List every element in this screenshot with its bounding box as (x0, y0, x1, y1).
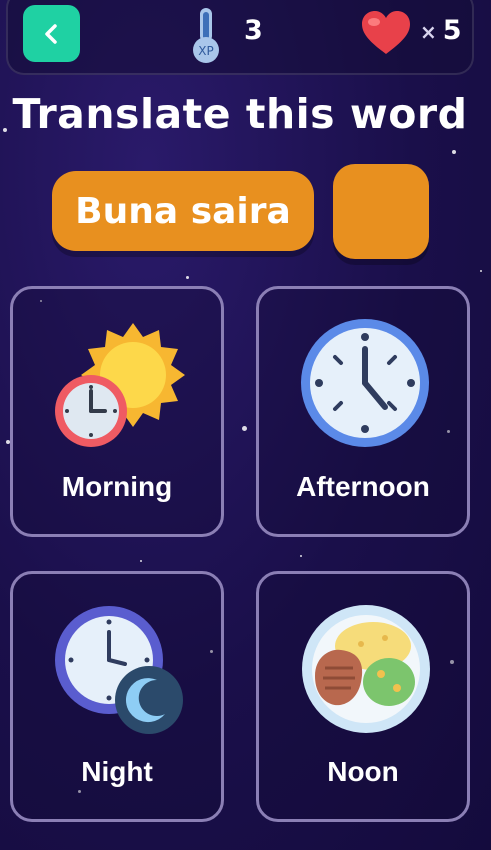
meal-plate-icon (302, 605, 430, 733)
back-button[interactable] (23, 5, 80, 62)
xp-count: 3 (244, 15, 263, 46)
lives-count: × 5 (420, 15, 462, 46)
moon-clock-icon (55, 606, 183, 734)
audio-button[interactable] (333, 164, 429, 259)
option-card-noon[interactable]: Noon (256, 571, 470, 822)
option-card-night[interactable]: Night (10, 571, 224, 822)
sun-clock-icon (55, 323, 185, 447)
heart-icon (362, 11, 410, 54)
lives-multiplier: × (420, 20, 437, 44)
option-label: Morning (61, 471, 173, 502)
word-to-translate: Buna saira (52, 171, 314, 251)
clock-icon (301, 319, 429, 447)
option-label: Noon (327, 756, 399, 787)
page-title: Translate this word (12, 90, 468, 138)
xp-label: XP (198, 44, 213, 58)
option-label: Night (81, 756, 153, 787)
option-card-morning[interactable]: Morning (10, 286, 224, 537)
lives-count-value: 5 (442, 15, 462, 46)
xp-thermometer-icon: XP (193, 8, 219, 63)
chevron-left-icon (44, 23, 57, 44)
option-label: Afternoon (296, 471, 430, 502)
option-card-afternoon[interactable]: Afternoon (256, 286, 470, 537)
